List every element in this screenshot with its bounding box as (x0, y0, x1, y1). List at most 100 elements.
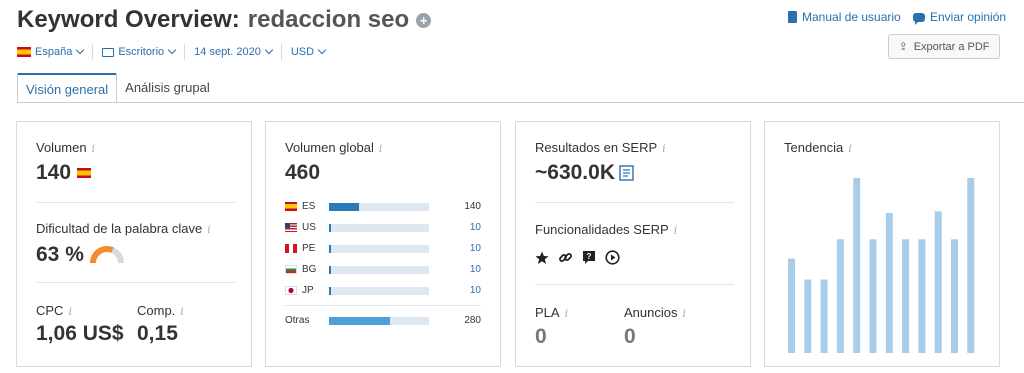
keyword-text: redaccion seo (247, 6, 410, 33)
desktop-icon (102, 47, 115, 57)
country-code: BG (285, 264, 329, 275)
country-bar (329, 202, 429, 211)
difficulty-value-row: 63 % (36, 243, 124, 267)
serp-snapshot-icon[interactable] (619, 165, 634, 181)
divider (535, 202, 734, 203)
trend-bar[interactable] (788, 258, 795, 354)
country-code-text: BG (302, 264, 317, 275)
trend-bar[interactable] (934, 211, 942, 353)
difficulty-value: 63 % (36, 243, 84, 266)
video-icon[interactable] (605, 250, 620, 265)
country-row-other: Otras 280 (285, 310, 481, 331)
info-icon[interactable]: i (848, 142, 852, 155)
country-row-bg: BG 10 (285, 259, 481, 280)
country-bar (329, 316, 429, 325)
date-select[interactable]: 14 sept. 2020 (194, 44, 282, 60)
tab-group-analysis[interactable]: Análisis grupal (117, 73, 218, 103)
trend-bar[interactable] (853, 178, 861, 353)
serp-results-label-row: Resultados en SERP i (535, 140, 666, 155)
spain-flag-icon (17, 47, 31, 57)
info-icon[interactable]: i (674, 224, 678, 237)
country-bar-fill (329, 316, 390, 325)
serp-features-label-row: Funcionalidades SERP i (535, 222, 677, 237)
country-bar-fill (329, 286, 331, 295)
user-manual-label: Manual de usuario (802, 10, 901, 24)
country-bar-fill (329, 202, 359, 211)
competition-label: Comp. (137, 303, 176, 318)
country-bar-fill (329, 244, 331, 253)
country-code: ES (285, 201, 329, 212)
date-value: 14 sept. 2020 (194, 46, 261, 58)
chevron-down-icon (317, 45, 327, 55)
country-bar (329, 223, 429, 232)
trend-bar[interactable] (885, 213, 893, 353)
bulgaria-flag-icon (285, 265, 297, 274)
tab-overview-label: Visión general (26, 82, 109, 97)
trend-bar[interactable] (804, 279, 812, 354)
add-keyword-icon[interactable]: + (416, 12, 432, 28)
cpc-label-row: CPC i (36, 303, 72, 318)
country-code: JP (285, 285, 329, 296)
competition-value: 0,15 (137, 322, 178, 345)
serp-features-icons: ? (535, 250, 620, 265)
info-icon[interactable]: i (565, 307, 569, 320)
country-value[interactable]: 10 (429, 222, 481, 233)
serp-features-label: Funcionalidades SERP (535, 222, 669, 237)
trend-bar[interactable] (902, 239, 910, 353)
page-title: Keyword Overview: redaccion seo + (17, 6, 432, 34)
info-icon[interactable]: i (207, 223, 211, 236)
country-value: 140 (464, 201, 481, 212)
country-code-text: PE (302, 243, 316, 254)
trend-bar[interactable] (951, 239, 958, 353)
country-value[interactable]: 10 (429, 264, 481, 275)
send-feedback-label: Enviar opinión (930, 10, 1007, 24)
country-value[interactable]: 10 (429, 285, 481, 296)
other-label: Otras (285, 315, 310, 326)
user-manual-link[interactable]: Manual de usuario (788, 10, 901, 24)
trend-bar[interactable] (918, 239, 926, 353)
faq-icon[interactable]: ? (582, 250, 596, 265)
global-volume-label: Volumen global (285, 140, 374, 155)
info-icon[interactable]: i (180, 305, 184, 318)
spain-flag-icon (285, 202, 297, 211)
link-icon[interactable] (558, 250, 573, 265)
tab-bar: Visión general Análisis grupal (17, 73, 218, 103)
cpc-label: CPC (36, 303, 64, 318)
other-value: 280 (464, 315, 481, 326)
book-icon (788, 11, 797, 23)
global-volume-label-row: Volumen global i (285, 140, 382, 155)
ads-value: 0 (624, 325, 636, 348)
trend-bar[interactable] (869, 239, 877, 353)
tab-group-analysis-label: Análisis grupal (125, 80, 210, 95)
ads-label-row: Anuncios i (624, 305, 686, 320)
peru-flag-icon (285, 244, 297, 253)
serp-results-label: Resultados en SERP (535, 140, 658, 155)
star-icon[interactable] (535, 251, 549, 265)
tab-overview[interactable]: Visión general (17, 73, 118, 103)
divider (285, 305, 481, 306)
send-feedback-link[interactable]: Enviar opinión (913, 10, 1007, 25)
trend-bar[interactable] (820, 279, 828, 354)
trend-bar[interactable] (967, 178, 975, 353)
country-value[interactable]: 10 (429, 243, 481, 254)
country-select[interactable]: España (17, 44, 94, 60)
export-pdf-button[interactable]: ⇪ Exportar a PDF (888, 34, 1000, 59)
info-icon[interactable]: i (379, 142, 383, 155)
pla-label: PLA (535, 305, 560, 320)
divider (36, 202, 235, 203)
pla-label-row: PLA i (535, 305, 568, 320)
spain-flag-icon (77, 168, 92, 178)
country-bar-fill (329, 223, 331, 232)
info-icon[interactable]: i (68, 305, 72, 318)
trend-bar[interactable] (836, 239, 844, 353)
tab-divider (17, 102, 1024, 103)
country-code-text: JP (302, 285, 314, 296)
global-volume-card: Volumen global i 460 ES 140 US 10 PE 10 … (265, 121, 501, 367)
info-icon[interactable]: i (662, 142, 666, 155)
country-row-pe: PE 10 (285, 238, 481, 259)
info-icon[interactable]: i (682, 307, 686, 320)
country-bar-fill (329, 265, 331, 274)
info-icon[interactable]: i (92, 142, 96, 155)
device-select[interactable]: Escritorio (102, 44, 186, 60)
currency-select[interactable]: USD (291, 44, 334, 60)
